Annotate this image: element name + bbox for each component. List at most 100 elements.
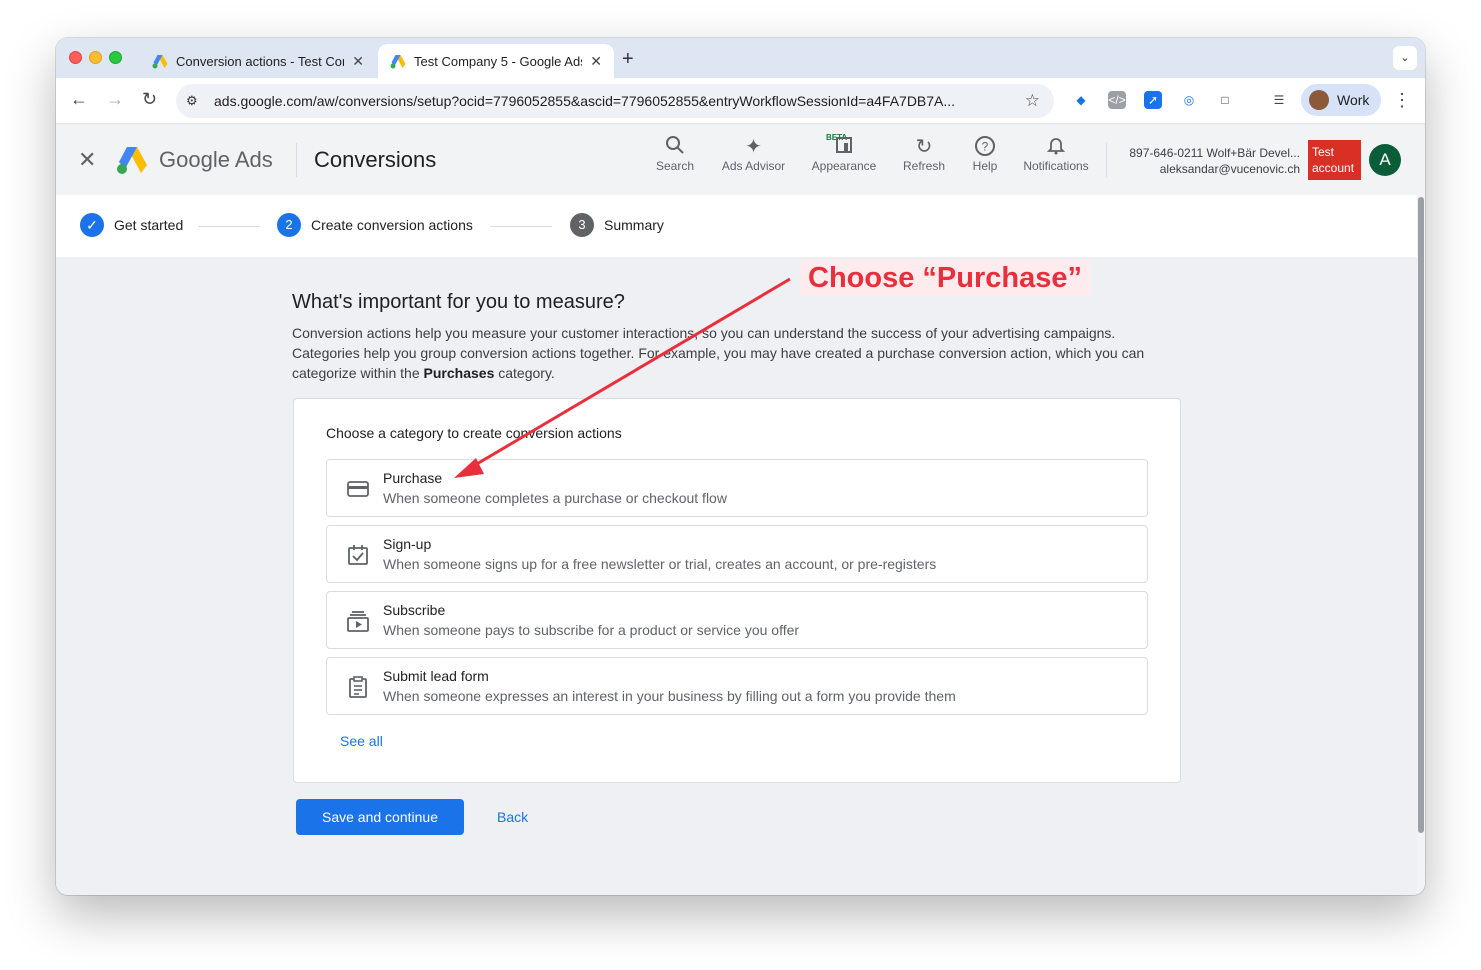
see-all-link[interactable]: See all <box>340 733 383 749</box>
appearance-label: Appearance <box>811 159 877 173</box>
tab-title: Conversion actions - Test Cor <box>176 53 345 69</box>
save-and-continue-button[interactable]: Save and continue <box>296 799 464 835</box>
description-line-1: Conversion actions help you measure your… <box>292 325 1116 341</box>
avatar[interactable]: A <box>1369 144 1401 176</box>
extension-code-icon[interactable]: </> <box>1108 91 1126 109</box>
account-id: 897-646-0211 Wolf+Bär Devel... <box>1129 146 1300 160</box>
ads-header: ✕ Google Ads Conversions Search ✦ Ads Ad… <box>56 125 1425 195</box>
card-title: Choose a category to create conversion a… <box>326 425 622 441</box>
bookmark-star-icon[interactable]: ☆ <box>1025 91 1040 111</box>
notifications-button[interactable]: Notifications <box>1018 135 1094 173</box>
search-button[interactable]: Search <box>653 135 697 173</box>
option-purchase[interactable]: Purchase When someone completes a purcha… <box>326 459 1148 517</box>
account-info[interactable]: 897-646-0211 Wolf+Bär Devel... aleksanda… <box>1129 145 1300 177</box>
account-email: aleksandar@vucenovic.ch <box>1159 162 1300 176</box>
ads-advisor-button[interactable]: ✦ Ads Advisor <box>716 135 791 173</box>
address-bar[interactable]: ⚙ ads.google.com/aw/conversions/setup?oc… <box>176 84 1054 118</box>
extension-link-icon[interactable]: ➚ <box>1144 91 1162 109</box>
browser-tab-google-ads[interactable]: Test Company 5 - Google Ads ✕ <box>378 44 614 78</box>
description: Conversion actions help you measure your… <box>292 323 1192 383</box>
main-heading: What's important for you to measure? <box>292 291 625 313</box>
forward-arrow-icon[interactable]: → <box>106 89 124 110</box>
option-sign-up[interactable]: Sign-up When someone signs up for a free… <box>326 525 1148 583</box>
step-summary[interactable]: 3 Summary <box>570 213 664 237</box>
refresh-label: Refresh <box>902 159 946 173</box>
credit-card-icon <box>347 481 369 497</box>
svg-text:?: ? <box>982 140 989 154</box>
back-button[interactable]: Back <box>497 809 528 825</box>
extension-tag-icon[interactable]: ◆ <box>1072 91 1090 109</box>
step-number: 2 <box>277 213 301 237</box>
step-get-started[interactable]: ✓ Get started <box>80 213 183 237</box>
option-name: Sign-up <box>383 536 432 552</box>
step-label: Summary <box>604 217 664 233</box>
option-description: When someone signs up for a free newslet… <box>383 556 937 572</box>
tab-search-menu-icon[interactable]: ⌄ <box>1393 46 1417 70</box>
sparkle-icon: ✦ <box>745 136 762 158</box>
help-label: Help <box>972 159 998 173</box>
google-ads-favicon-icon <box>390 54 406 68</box>
browser-window: Conversion actions - Test Cor ✕ Test Com… <box>56 38 1425 895</box>
close-window-button[interactable] <box>69 51 82 64</box>
new-tab-button[interactable]: + <box>622 48 634 71</box>
back-arrow-icon[interactable]: ← <box>70 89 88 110</box>
site-settings-icon[interactable]: ⚙ <box>186 93 204 109</box>
refresh-button[interactable]: ↻ Refresh <box>900 135 948 173</box>
description-bold: Purchases <box>423 365 495 381</box>
profile-label: Work <box>1337 92 1370 108</box>
close-icon[interactable]: ✕ <box>78 147 96 173</box>
browser-tab-conversions[interactable]: Conversion actions - Test Cor ✕ <box>140 44 376 78</box>
google-ads-logo-icon <box>117 147 147 174</box>
tab-close-icon[interactable]: ✕ <box>590 53 602 70</box>
step-create-conversion-actions[interactable]: 2 Create conversion actions <box>277 213 473 237</box>
divider <box>296 143 297 177</box>
description-text-end: category. <box>494 365 555 381</box>
search-label: Search <box>655 159 695 173</box>
tab-close-icon[interactable]: ✕ <box>352 53 364 70</box>
step-label: Get started <box>114 217 184 233</box>
checkbox-calendar-icon <box>348 545 368 565</box>
option-name: Subscribe <box>383 602 446 618</box>
refresh-icon: ↻ <box>915 136 933 158</box>
subscriptions-icon <box>347 611 369 632</box>
brand-name: Google Ads <box>159 147 273 172</box>
minimize-window-button[interactable] <box>89 51 102 64</box>
description-line-2: Categories help you group conversion act… <box>292 343 1192 383</box>
option-submit-lead-form[interactable]: Submit lead form When someone expresses … <box>326 657 1148 715</box>
extensions-puzzle-icon[interactable]: □ <box>1216 91 1234 109</box>
browser-toolbar: ← → ↻ ⚙ ads.google.com/aw/conversions/se… <box>56 78 1425 124</box>
browser-menu-icon[interactable]: ⋮ <box>1393 90 1411 111</box>
option-subscribe[interactable]: Subscribe When someone pays to subscribe… <box>326 591 1148 649</box>
tab-strip: Conversion actions - Test Cor ✕ Test Com… <box>56 38 1425 78</box>
profile-button[interactable]: Work <box>1301 84 1381 116</box>
help-icon: ? <box>968 135 1002 159</box>
option-description: When someone expresses an interest in yo… <box>383 688 956 704</box>
checkmark-icon: ✓ <box>80 213 104 237</box>
category-card: Choose a category to create conversion a… <box>293 398 1181 783</box>
scrollbar[interactable] <box>1417 195 1425 895</box>
appearance-icon <box>809 135 879 159</box>
reload-icon[interactable]: ↻ <box>142 89 157 110</box>
step-number: 3 <box>570 213 594 237</box>
ads-advisor-label: Ads Advisor <box>721 159 786 173</box>
appearance-button[interactable]: Appearance <box>809 135 879 173</box>
profile-avatar <box>1309 90 1329 110</box>
tab-title: Test Company 5 - Google Ads <box>414 53 583 69</box>
url-text[interactable]: ads.google.com/aw/conversions/setup?ocid… <box>214 93 1014 109</box>
option-description: When someone pays to subscribe for a pro… <box>383 622 800 638</box>
option-name: Submit lead form <box>383 668 489 684</box>
google-ads-favicon-icon <box>152 54 168 68</box>
option-name: Purchase <box>383 470 443 486</box>
divider <box>1106 143 1107 177</box>
maximize-window-button[interactable] <box>109 51 122 64</box>
media-control-icon[interactable]: ☰ <box>1270 91 1288 109</box>
help-button[interactable]: ? Help <box>968 135 1002 173</box>
scrollbar-thumb[interactable] <box>1418 197 1424 833</box>
test-account-badge: Test account <box>1308 140 1361 180</box>
option-description: When someone completes a purchase or che… <box>383 490 727 506</box>
extension-analytics-icon[interactable]: ◎ <box>1180 91 1198 109</box>
step-connector <box>490 226 552 227</box>
page-title: Conversions <box>314 147 437 172</box>
clipboard-form-icon <box>349 676 367 698</box>
bell-icon <box>1018 135 1094 159</box>
